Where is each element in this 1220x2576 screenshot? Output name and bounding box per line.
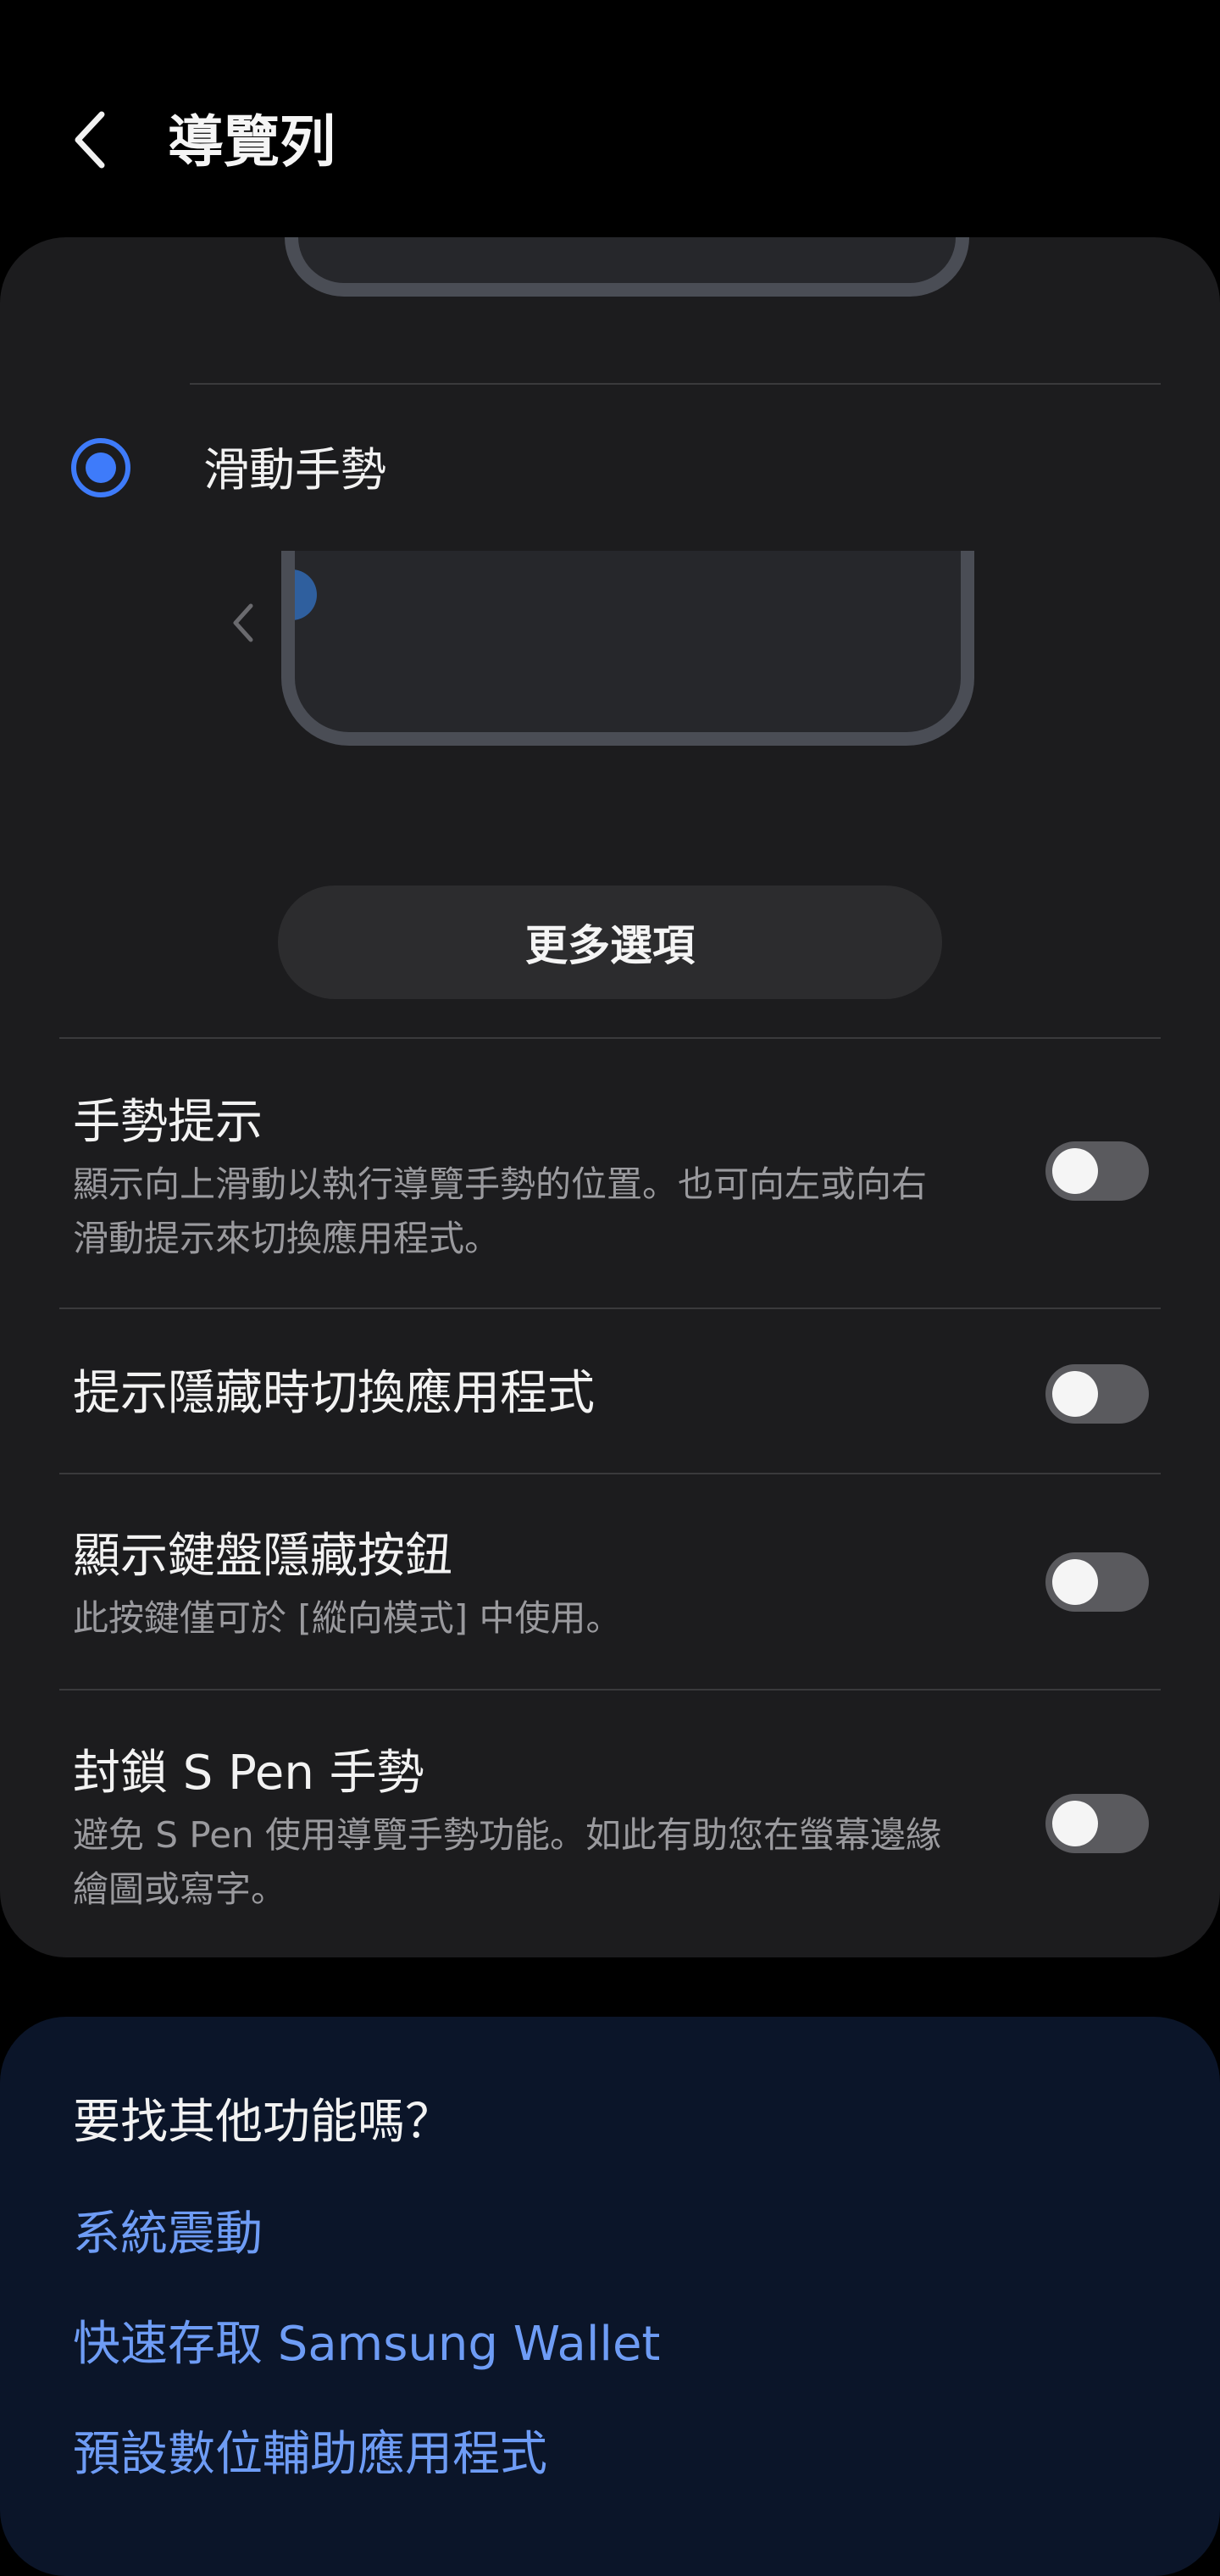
toggle-knob (1052, 1559, 1098, 1605)
switch-apps-when-hint-hidden-setting[interactable]: 提示隱藏時切換應用程式 (73, 1364, 966, 1424)
setting-description: 顯示向上滑動以執行導覽手勢的位置。也可向左或向右 滑動提示來切換應用程式。 (73, 1158, 966, 1266)
block-s-pen-gestures-toggle[interactable] (1045, 1794, 1149, 1853)
link-samsung-wallet-quick-access[interactable]: 快速存取 Samsung Wallet (73, 2315, 660, 2374)
radio-selected-dot (86, 452, 116, 483)
setting-title: 提示隱藏時切換應用程式 (73, 1366, 595, 1421)
description-line: 顯示向上滑動以執行導覽手勢的位置。也可向左或向右 (73, 1163, 928, 1205)
divider (59, 1473, 1161, 1474)
more-options-button[interactable]: 更多選項 (278, 886, 942, 999)
gesture-hint-setting[interactable]: 手勢提示 顯示向上滑動以執行導覽手勢的位置。也可向左或向右 滑動提示來切換應用程… (73, 1093, 966, 1266)
description-line: 此按鍵僅可於 [縱向模式] 中使用。 (73, 1597, 622, 1639)
swipe-gesture-preview-phone (281, 551, 974, 746)
link-default-digital-assistant[interactable]: 預設數位輔助應用程式 (73, 2425, 547, 2484)
description-line: 繪圖或寫字。 (73, 1868, 287, 1910)
block-s-pen-gestures-setting[interactable]: 封鎖 S Pen 手勢 避免 S Pen 使用導覽手勢功能。如此有助您在螢幕邊緣… (73, 1744, 966, 1917)
setting-title: 封鎖 S Pen 手勢 (73, 1746, 424, 1801)
divider (190, 383, 1161, 385)
app-header: 導覽列 (0, 0, 1220, 237)
page-title: 導覽列 (168, 109, 336, 175)
setting-description: 避免 S Pen 使用導覽手勢功能。如此有助您在螢幕邊緣 繪圖或寫字。 (73, 1808, 966, 1917)
show-keyboard-hide-button-toggle[interactable] (1045, 1552, 1149, 1612)
description-line: 滑動提示來切換應用程式。 (73, 1218, 501, 1259)
gesture-hint-toggle[interactable] (1045, 1141, 1149, 1201)
show-keyboard-hide-button-setting[interactable]: 顯示鍵盤隱藏按鈕 此按鍵僅可於 [縱向模式] 中使用。 (73, 1527, 966, 1646)
navigation-settings-card: 滑動手勢 更多選項 手勢提示 顯示向上滑動以執行導覽手勢的位置。也可向左或向右 … (0, 237, 1220, 1957)
setting-title: 顯示鍵盤隱藏按鈕 (73, 1529, 452, 1584)
divider (59, 1689, 1161, 1690)
buttons-preview-phone (285, 237, 969, 297)
setting-title: 手勢提示 (73, 1095, 263, 1150)
swipe-gesture-radio[interactable] (71, 438, 130, 497)
suggestions-title: 要找其他功能嗎？ (73, 2095, 452, 2150)
toggle-knob (1052, 1371, 1098, 1417)
divider (59, 1037, 1161, 1039)
setting-description: 此按鍵僅可於 [縱向模式] 中使用。 (73, 1591, 966, 1646)
back-button[interactable] (59, 106, 127, 174)
swipe-hint-arrow-icon (233, 603, 253, 642)
gesture-indicator (295, 569, 317, 620)
divider (59, 1307, 1161, 1309)
link-system-vibration[interactable]: 系統震動 (73, 2205, 263, 2264)
description-line: 避免 S Pen 使用導覽手勢功能。如此有助您在螢幕邊緣 (73, 1814, 942, 1856)
toggle-knob (1052, 1801, 1098, 1846)
chevron-left-icon (75, 111, 105, 169)
toggle-knob (1052, 1148, 1098, 1194)
suggestions-card: 要找其他功能嗎？ 系統震動 快速存取 Samsung Wallet 預設數位輔助… (0, 2017, 1220, 2576)
switch-apps-when-hint-hidden-toggle[interactable] (1045, 1364, 1149, 1424)
swipe-gesture-label[interactable]: 滑動手勢 (203, 441, 386, 500)
